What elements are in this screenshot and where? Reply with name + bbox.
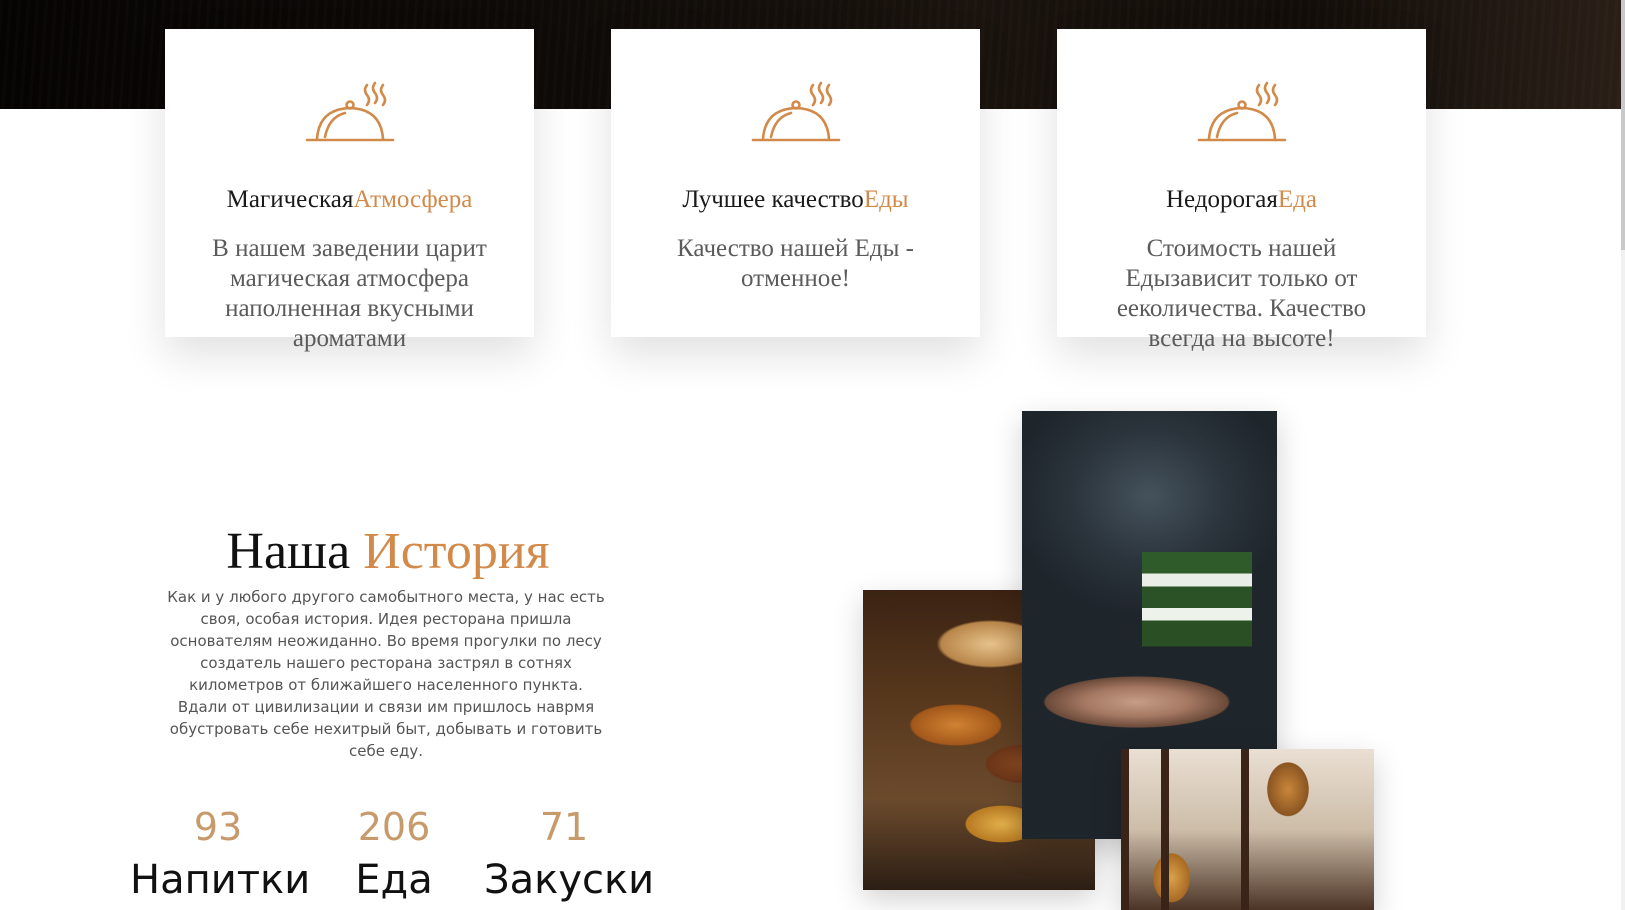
stat-value: 206 bbox=[357, 805, 431, 849]
feature-text: Качество нашей Еды - отменное! bbox=[677, 235, 914, 292]
serving-dish-icon bbox=[305, 81, 394, 142]
scrollbar[interactable] bbox=[1621, 0, 1625, 910]
stat-snacks: 71 Закуски bbox=[484, 805, 655, 905]
stat-value: 71 bbox=[539, 805, 589, 849]
stat-label: Закуски bbox=[484, 857, 655, 903]
scrollbar-thumb[interactable] bbox=[1621, 0, 1625, 250]
feature-title: МагическаяАтмосфера bbox=[226, 186, 473, 213]
interior-photo bbox=[1121, 749, 1374, 910]
stat-drinks: 93 Напитки bbox=[130, 805, 311, 905]
feature-title: НедорогаяЕда bbox=[1166, 186, 1317, 213]
serving-dish-icon bbox=[751, 81, 840, 142]
feature-card-atmosphere: МагическаяАтмосфера В нашем заведении ца… bbox=[165, 29, 534, 352]
feature-card-quality: Лучшее качествоЕды Качество нашей Еды - … bbox=[611, 29, 980, 337]
feature-title: Лучшее качествоЕды bbox=[682, 186, 909, 213]
history-heading: Наша История bbox=[226, 523, 550, 580]
stat-food: 206 Еда bbox=[340, 805, 448, 905]
stat-label: Еда bbox=[355, 857, 433, 903]
stat-label: Напитки bbox=[130, 857, 311, 903]
stat-value: 93 bbox=[193, 805, 243, 849]
feature-text: Стоимость нашей Едызависит только от еек… bbox=[1116, 235, 1367, 352]
feature-card-price: НедорогаяЕда Стоимость нашей Едызависит … bbox=[1057, 29, 1426, 352]
feature-text: В нашем заведении царит магическая атмос… bbox=[212, 235, 487, 352]
serving-dish-icon bbox=[1197, 81, 1286, 142]
history-text: Как и у любого другого самобытного места… bbox=[167, 588, 605, 760]
